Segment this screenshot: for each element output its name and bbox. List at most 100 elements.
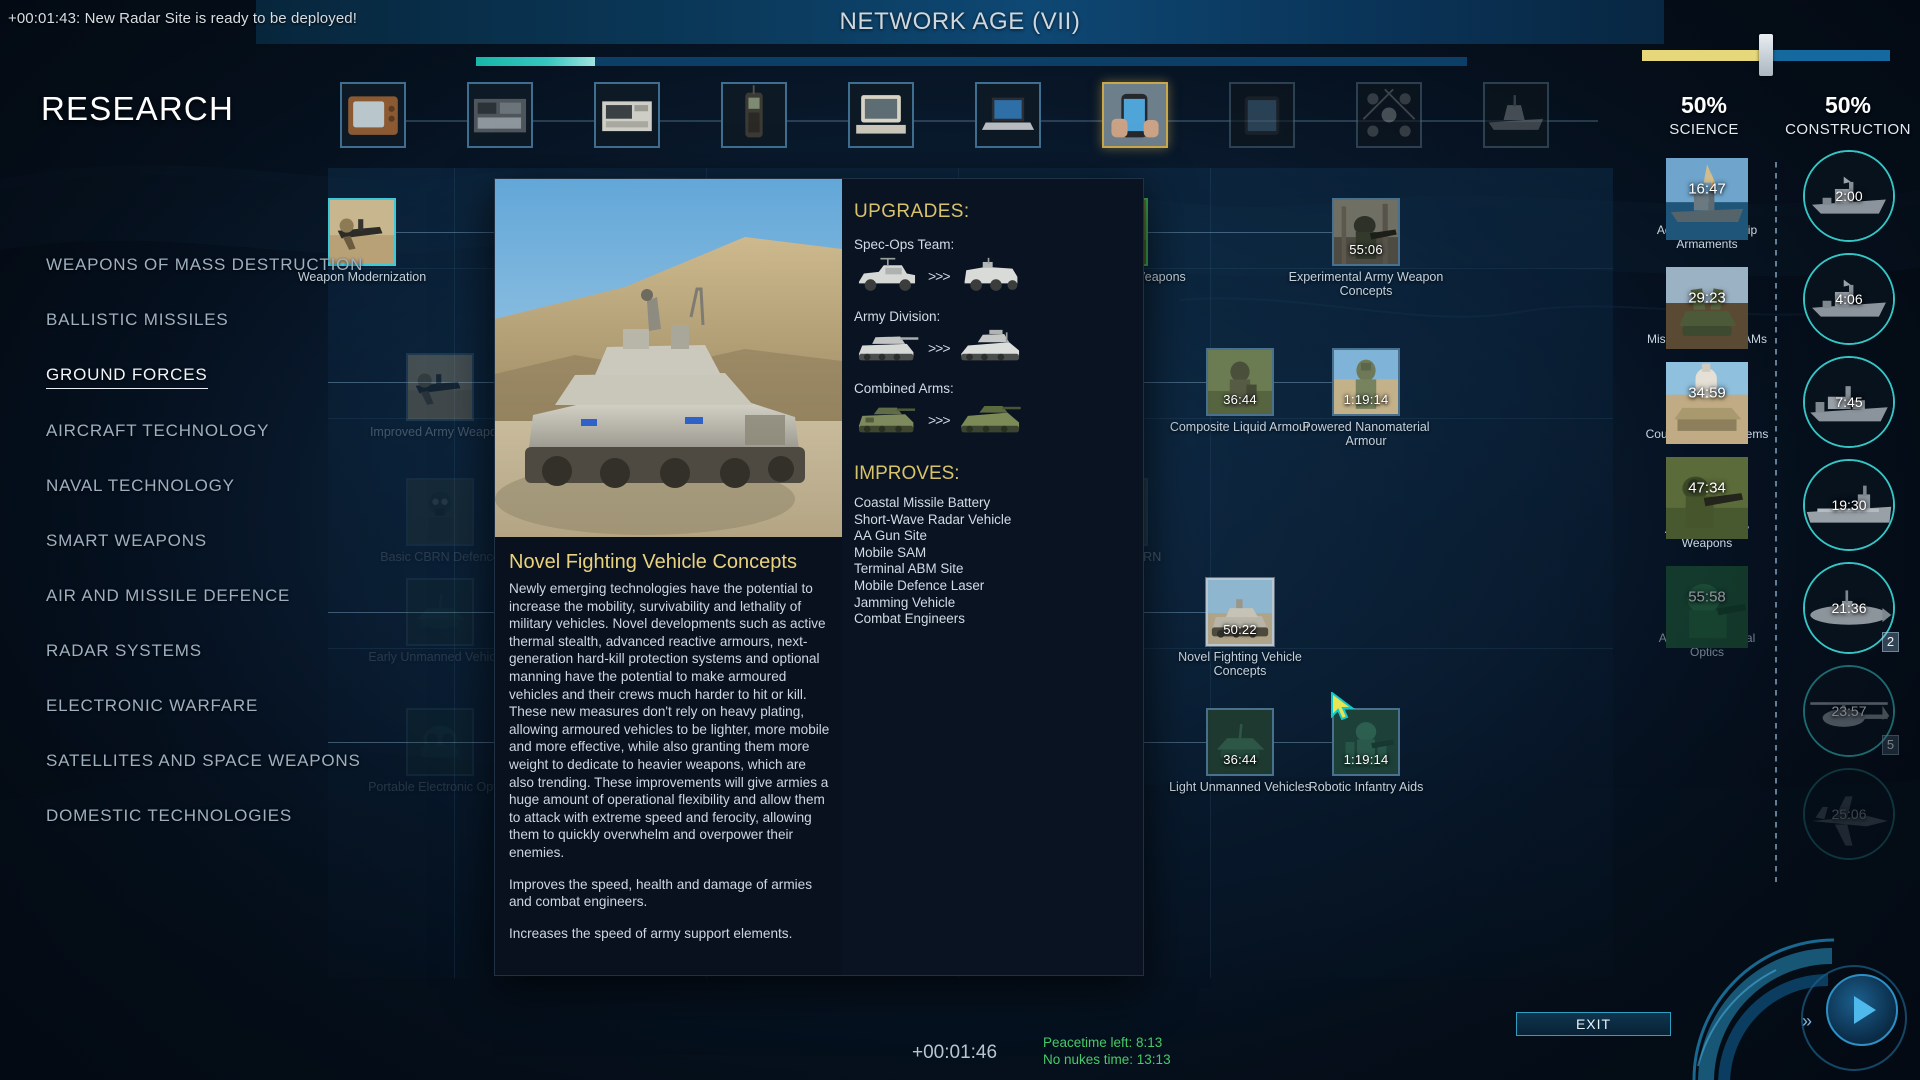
age-1-television-icon (342, 84, 404, 146)
tech-node-art (406, 353, 474, 421)
category-item-0[interactable]: WEAPONS OF MASS DESTRUCTION (46, 255, 363, 278)
slider-handle[interactable] (1759, 34, 1773, 76)
construction-item-time: 7:45 (1835, 394, 1863, 410)
tree-connector (1148, 232, 1334, 233)
dialog-description: Newly emerging technologies have the pot… (509, 580, 830, 942)
age-4-mobile-phone-icon (723, 84, 785, 146)
age-10-future-warship-icon (1485, 84, 1547, 146)
construction-item-time: 4:06 (1835, 291, 1863, 307)
category-item-1[interactable]: BALLISTIC MISSILES (46, 310, 229, 333)
improves-item-6: Jamming Vehicle (854, 594, 956, 610)
tech-node-novel-fighting-vehicle-concepts[interactable]: 50:22 Novel Fighting Vehicle Concepts (1178, 578, 1302, 678)
science-item-time: 55:58 (1688, 588, 1726, 606)
age-thumb-8[interactable] (1229, 82, 1295, 148)
construction-queue-item-2[interactable]: 7:45 (1803, 356, 1895, 448)
tech-node-time: 50:22 (1223, 622, 1257, 637)
age-thumb-1[interactable] (340, 82, 406, 148)
construction-queue-item-1[interactable]: 4:06 (1803, 253, 1895, 345)
tech-hero-image (495, 179, 842, 537)
apc-icon (958, 256, 1024, 296)
upgrade-arrow: >>> (928, 412, 951, 428)
age-thumb-9[interactable] (1356, 82, 1422, 148)
tech-node-time: 55:06 (1349, 242, 1383, 257)
play-button[interactable] (1826, 974, 1898, 1046)
age-9-drone-icon (1358, 84, 1420, 146)
category-item-4[interactable]: NAVAL TECHNOLOGY (46, 476, 235, 499)
science-queue-item-3[interactable]: 47:34Advanced Army Weapons (1644, 457, 1770, 550)
age-thumb-6[interactable] (975, 82, 1041, 148)
exit-button[interactable]: EXIT (1516, 1012, 1671, 1036)
tree-connector (1274, 382, 1334, 383)
category-item-6[interactable]: AIR AND MISSILE DEFENCE (46, 586, 290, 609)
science-item-thumb: 34:59 (1666, 362, 1748, 444)
category-item-10[interactable]: DOMESTIC TECHNOLOGIES (46, 806, 292, 829)
age-thumb-3[interactable] (594, 82, 660, 148)
tech-node-basic-cbrn-defence[interactable]: Basic CBRN Defence (380, 478, 500, 564)
notification-toast: +00:01:43: New Radar Site is ready to be… (8, 10, 357, 27)
age-thumb-4[interactable] (721, 82, 787, 148)
construction-queue-item-3[interactable]: 19:30 (1803, 459, 1895, 551)
improves-item-2: AA Gun Site (854, 528, 927, 544)
humvee-icon (854, 256, 920, 296)
age-banner: NETWORK AGE (VII) (256, 0, 1664, 44)
category-item-9[interactable]: SATELLITES AND SPACE WEAPONS (46, 751, 361, 774)
science-item-thumb: 29:23 (1666, 267, 1748, 349)
tree-grid-line (454, 168, 455, 978)
age-progress-bar (476, 57, 1467, 66)
tech-node-experimental-army-weapon-concepts[interactable]: 55:06 Experimental Army Weapon Concepts (1289, 198, 1443, 298)
tech-node-art (406, 578, 474, 646)
science-item-time: 47:34 (1688, 479, 1726, 497)
construction-queue-item-5[interactable]: 23:57 5 (1803, 665, 1899, 757)
tech-node-time: 1:19:14 (1343, 392, 1389, 407)
future-tank-icon (958, 328, 1024, 368)
tech-node-composite-liquid-armour[interactable]: 36:44 Composite Liquid Armour (1170, 348, 1310, 434)
construction-label: CONSTRUCTION (1785, 121, 1911, 138)
tech-node-art: 50:22 (1206, 578, 1274, 646)
category-item-7[interactable]: RADAR SYSTEMS (46, 641, 202, 664)
tech-node-improved-army-weapons[interactable]: Improved Army Weapons (370, 353, 510, 439)
tech-node-early-unmanned-vehicles[interactable]: Early Unmanned Vehicles (368, 578, 512, 664)
tech-node-powered-nanomaterial-armour[interactable]: 1:19:14 Powered Nanomaterial Armour (1302, 348, 1430, 448)
age-6-laptop-icon (977, 84, 1039, 146)
upgrade-arrow: >>> (928, 268, 951, 284)
category-item-2[interactable]: GROUND FORCES (46, 365, 208, 389)
age-thumb-5[interactable] (848, 82, 914, 148)
tech-detail-dialog: Novel Fighting Vehicle Concepts Newly em… (494, 178, 1144, 976)
science-queue-item-4[interactable]: 55:58Advanced Tactical Optics (1644, 566, 1770, 659)
panel-divider (1775, 162, 1777, 882)
tech-node-light-unmanned-vehicles[interactable]: 36:44 Light Unmanned Vehicles (1169, 708, 1311, 794)
category-item-5[interactable]: SMART WEAPONS (46, 531, 207, 554)
fast-forward-icon[interactable]: » (1802, 1011, 1812, 1032)
construction-item-count: 2 (1882, 632, 1899, 652)
science-queue-item-2[interactable]: 34:59Counter-RAM Systems (1644, 362, 1770, 444)
science-queue-item-1[interactable]: 29:23Missile Defence SAMs (1644, 267, 1770, 349)
science-item-thumb: 47:34 (1666, 457, 1748, 539)
age-title: NETWORK AGE (VII) (839, 8, 1081, 35)
construction-queue-item-4[interactable]: 21:36 2 (1803, 562, 1899, 654)
age-2-mainframe-icon (469, 84, 531, 146)
category-item-3[interactable]: AIRCRAFT TECHNOLOGY (46, 421, 269, 444)
age-thumb-2[interactable] (467, 82, 533, 148)
age-thumb-7[interactable] (1102, 82, 1168, 148)
construction-queue-item-6[interactable]: 25:06 (1803, 768, 1895, 860)
tech-node-time: 1:19:14 (1343, 752, 1389, 767)
tech-node-art: 36:44 (1206, 348, 1274, 416)
research-screen: +00:01:43: New Radar Site is ready to be… (0, 0, 1920, 1080)
allocation-slider[interactable] (1642, 34, 1890, 76)
slider-science-fill (1642, 50, 1766, 61)
category-item-8[interactable]: ELECTRONIC WARFARE (46, 696, 258, 719)
science-queue-item-0[interactable]: 16:47Advanced Warship Armaments (1644, 158, 1770, 251)
tech-node-label: Powered Nanomaterial Armour (1302, 420, 1430, 448)
tech-node-label: Novel Fighting Vehicle Concepts (1178, 650, 1302, 678)
improves-list: Coastal Missile Battery Short-Wave Radar … (854, 495, 1143, 628)
construction-queue-item-0[interactable]: 2:00 (1803, 150, 1895, 242)
tech-node-robotic-infantry-aids[interactable]: 1:19:14 Robotic Infantry Aids (1309, 708, 1423, 794)
age-thumb-10[interactable] (1483, 82, 1549, 148)
science-label: SCIENCE (1669, 121, 1739, 138)
speed-control-dial: » (1684, 870, 1920, 1080)
improves-item-0: Coastal Missile Battery (854, 495, 991, 510)
tree-grid-line (1210, 168, 1211, 978)
tech-node-art: 36:44 (1206, 708, 1274, 776)
upgrades-heading: UPGRADES: (854, 201, 970, 222)
tech-node-portable-electronic-optics[interactable]: Portable Electronic Optics (368, 708, 512, 794)
